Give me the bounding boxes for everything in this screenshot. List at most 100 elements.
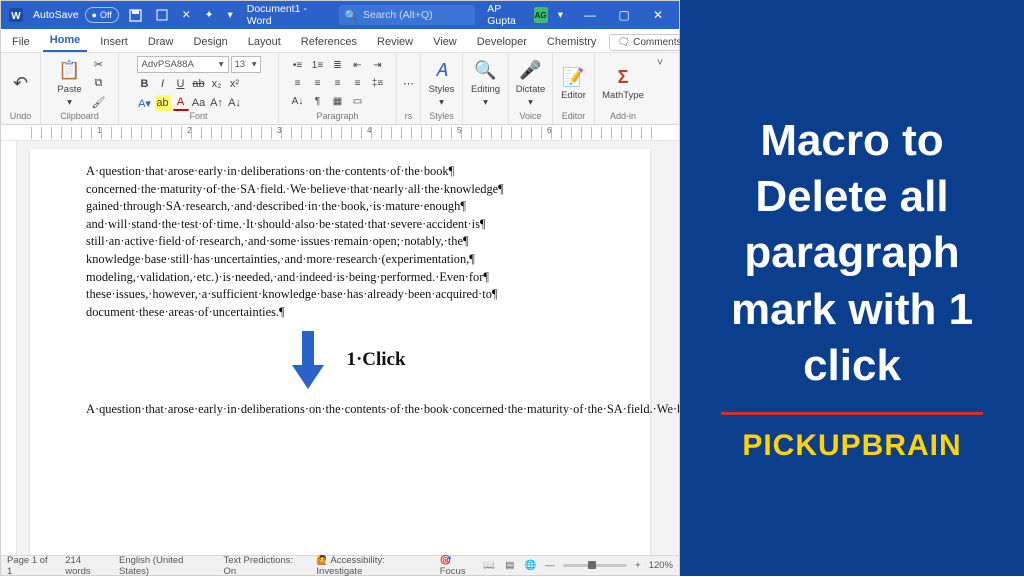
sort-button[interactable]: A↓	[289, 94, 306, 109]
page-indicator[interactable]: Page 1 of 1	[7, 555, 53, 577]
bullets-button[interactable]: •≡	[289, 58, 306, 73]
document-page[interactable]: A·question·that·arose·early·in·deliberat…	[30, 149, 650, 555]
addin-group-label: Add-in	[610, 111, 636, 122]
format-painter-button[interactable]: 🖌	[91, 95, 107, 111]
tab-home[interactable]: Home	[43, 31, 88, 52]
cut-button[interactable]: ✂	[91, 57, 107, 73]
tab-insert[interactable]: Insert	[93, 33, 135, 52]
subscript-button[interactable]: x₂	[209, 76, 225, 92]
bold-button[interactable]: B	[137, 76, 153, 92]
focus-button[interactable]: 🎯Focus	[440, 555, 475, 577]
tab-chemistry[interactable]: Chemistry	[540, 33, 604, 52]
focus-icon: 🎯	[440, 555, 452, 566]
vertical-ruler[interactable]	[1, 141, 17, 555]
tab-review[interactable]: Review	[370, 33, 420, 52]
line-spacing-button[interactable]: ‡≡	[369, 76, 386, 91]
italic-button[interactable]: I	[155, 76, 171, 92]
tab-developer[interactable]: Developer	[470, 33, 534, 52]
document-title: Document1 - Word	[247, 3, 325, 27]
align-center-button[interactable]: ≡	[309, 76, 326, 91]
styles-button[interactable]: 𝐴Styles▾	[425, 60, 459, 108]
minimize-button[interactable]: —	[573, 5, 607, 25]
collapse-ribbon-button[interactable]: ˅	[657, 57, 663, 69]
editing-button[interactable]: 🔍Editing▾	[469, 60, 503, 108]
increase-indent-button[interactable]: ⇥	[369, 58, 386, 73]
rs-button[interactable]: ⋯	[401, 76, 417, 92]
search-placeholder: Search (Alt+Q)	[363, 9, 433, 21]
close-doc-icon[interactable]: ✕	[178, 5, 195, 25]
highlight-button[interactable]: ab	[155, 95, 171, 111]
read-mode-button[interactable]: 📖	[482, 559, 495, 573]
font-color-button[interactable]: A	[173, 95, 189, 111]
shading-button[interactable]: ▦	[329, 94, 346, 109]
print-layout-button[interactable]: ▤	[503, 559, 516, 573]
comments-label: Comments	[633, 37, 681, 48]
underline-button[interactable]: U	[173, 76, 189, 92]
borders-button[interactable]: ▭	[349, 94, 366, 109]
promo-divider	[721, 412, 983, 415]
grow-font-button[interactable]: A↑	[209, 95, 225, 111]
justify-button[interactable]: ≡	[349, 76, 366, 91]
editor-button[interactable]: 📝Editor	[557, 66, 591, 101]
font-size-dropdown[interactable]: 13▾	[231, 56, 261, 73]
numbering-button[interactable]: 1≡	[309, 58, 326, 73]
compass-icon[interactable]: ✦	[201, 5, 218, 25]
svg-text:W: W	[11, 11, 21, 22]
text-predictions-indicator[interactable]: Text Predictions: On	[223, 555, 304, 577]
shrink-font-button[interactable]: A↓	[227, 95, 243, 111]
copy-button[interactable]: ⧉	[91, 76, 107, 92]
strikethrough-button[interactable]: ab	[191, 76, 207, 92]
superscript-button[interactable]: x²	[227, 76, 243, 92]
promo-brand: PICKUPBRAIN	[742, 429, 961, 463]
word-count[interactable]: 214 words	[65, 555, 107, 577]
tab-draw[interactable]: Draw	[141, 33, 181, 52]
zoom-in-button[interactable]: +	[635, 560, 641, 571]
click-label: 1·Click	[346, 347, 405, 374]
show-marks-button[interactable]: ¶	[309, 94, 326, 109]
search-input[interactable]: 🔍 Search (Alt+Q)	[339, 5, 475, 25]
tab-layout[interactable]: Layout	[241, 33, 288, 52]
close-button[interactable]: ✕	[641, 5, 675, 25]
mathtype-button[interactable]: ΣMathType	[606, 66, 640, 101]
horizontal-ruler[interactable]: 1 2 3 4 5 6	[1, 125, 679, 141]
language-indicator[interactable]: English (United States)	[119, 555, 211, 577]
search-icon: 🔍	[345, 9, 358, 22]
maximize-button[interactable]: ▢	[607, 5, 641, 25]
titlebar-dropdown-icon[interactable]: ▾	[223, 5, 236, 25]
autosave-toggle[interactable]: ● Off	[85, 7, 119, 23]
peek-icon[interactable]	[152, 5, 172, 25]
save-icon[interactable]	[125, 5, 146, 25]
accessibility-indicator[interactable]: 🙋 Accessibility: Investigate	[316, 555, 427, 577]
editing-label: Editing	[471, 84, 500, 95]
tab-design[interactable]: Design	[186, 33, 234, 52]
ruler-mark: 2	[187, 126, 191, 135]
paste-button[interactable]: 📋Paste▾	[53, 60, 87, 108]
change-case-button[interactable]: Aa	[191, 95, 207, 111]
zoom-out-button[interactable]: —	[545, 560, 555, 571]
dictate-button[interactable]: 🎤Dictate▾	[514, 60, 548, 108]
font-name-dropdown[interactable]: AdvPSA88A▾	[137, 56, 229, 73]
paragraph-group-label: Paragraph	[316, 111, 358, 122]
user-avatar[interactable]: AG	[534, 7, 548, 23]
editor-icon: 📝	[563, 66, 585, 88]
tab-file[interactable]: File	[5, 33, 37, 52]
document-area[interactable]: A·question·that·arose·early·in·deliberat…	[1, 141, 679, 555]
tab-view[interactable]: View	[426, 33, 464, 52]
decrease-indent-button[interactable]: ⇤	[349, 58, 366, 73]
user-name[interactable]: AP Gupta	[487, 3, 527, 27]
tab-references[interactable]: References	[294, 33, 364, 52]
user-dropdown-icon[interactable]: ▾	[554, 5, 567, 25]
ruler-mark: 6	[547, 126, 551, 135]
undo-button[interactable]: ↶	[4, 73, 38, 95]
body-text-after[interactable]: A·question·that·arose·early·in·deliberat…	[86, 401, 608, 419]
body-text-before[interactable]: A·question·that·arose·early·in·deliberat…	[86, 163, 608, 321]
align-left-button[interactable]: ≡	[289, 76, 306, 91]
comments-button[interactable]: 🗨Comments	[609, 34, 689, 51]
zoom-value[interactable]: 120%	[649, 560, 673, 571]
multilevel-button[interactable]: ≣	[329, 58, 346, 73]
down-arrow-icon	[288, 329, 328, 391]
zoom-slider[interactable]	[563, 564, 627, 567]
text-effects-button[interactable]: A▾	[137, 95, 153, 111]
align-right-button[interactable]: ≡	[329, 76, 346, 91]
web-layout-button[interactable]: 🌐	[524, 559, 537, 573]
